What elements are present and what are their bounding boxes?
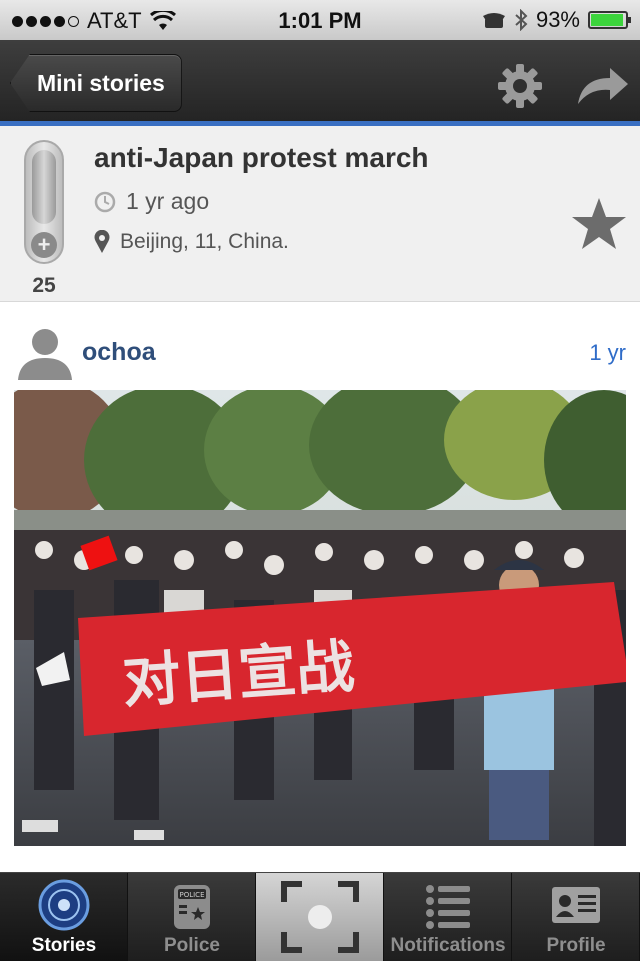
post-photo[interactable]: 对日宣战 <box>14 390 626 846</box>
story-time-label: 1 yr ago <box>126 188 210 214</box>
tab-police[interactable]: POLICE Police <box>128 873 256 961</box>
post-time: 1 yr <box>589 340 626 365</box>
story-location-label: Beijing, 11, China. <box>120 230 289 253</box>
username-link[interactable]: ochoa <box>82 338 156 367</box>
bluetooth-icon <box>515 9 528 31</box>
location-pin-icon <box>94 230 110 253</box>
tab-profile[interactable]: Profile <box>512 873 640 961</box>
tab-notifications-label: Notifications <box>390 935 506 956</box>
tab-bar: Stories POLICE Police Notifications Prof… <box>0 872 640 961</box>
radar-icon <box>38 879 90 931</box>
navigation-bar: Mini stories <box>0 40 640 126</box>
clock-icon <box>94 191 116 212</box>
back-button[interactable]: Mini stories <box>10 54 182 112</box>
battery-percent: 93% <box>535 7 580 32</box>
status-bar: AT&T 1:01 PM 93% <box>0 0 640 40</box>
tab-stories-label: Stories <box>31 935 97 956</box>
tab-stories[interactable]: Stories <box>0 873 128 961</box>
story-title: anti-Japan protest march <box>94 142 429 173</box>
story-time: 1 yr ago <box>94 188 209 215</box>
plus-icon[interactable]: + <box>31 232 57 258</box>
tab-camera[interactable] <box>256 873 384 961</box>
protest-photo-image: 对日宣战 <box>14 390 626 846</box>
list-icon <box>426 885 470 929</box>
share-arrow-icon[interactable] <box>574 64 630 108</box>
avatar[interactable] <box>16 326 74 380</box>
vote-count: 25 <box>32 274 56 297</box>
tab-profile-label: Profile <box>546 935 606 956</box>
story-location: Beijing, 11, China. <box>94 230 289 254</box>
gear-icon[interactable] <box>496 62 544 110</box>
post-header: ochoa 1 yr <box>0 302 640 390</box>
star-icon[interactable] <box>570 196 628 252</box>
tab-notifications[interactable]: Notifications <box>384 873 512 961</box>
police-radio-icon: POLICE <box>174 885 210 929</box>
story-header: + 25 anti-Japan protest march 1 yr ago B… <box>0 126 640 302</box>
tab-police-label: Police <box>164 935 220 956</box>
vote-slider[interactable]: + <box>24 140 64 264</box>
profile-card-icon <box>552 887 600 923</box>
battery-icon <box>588 11 631 29</box>
phone-icon <box>482 13 505 28</box>
svg-text:POLICE: POLICE <box>179 891 204 899</box>
camera-capture-icon <box>281 881 359 953</box>
